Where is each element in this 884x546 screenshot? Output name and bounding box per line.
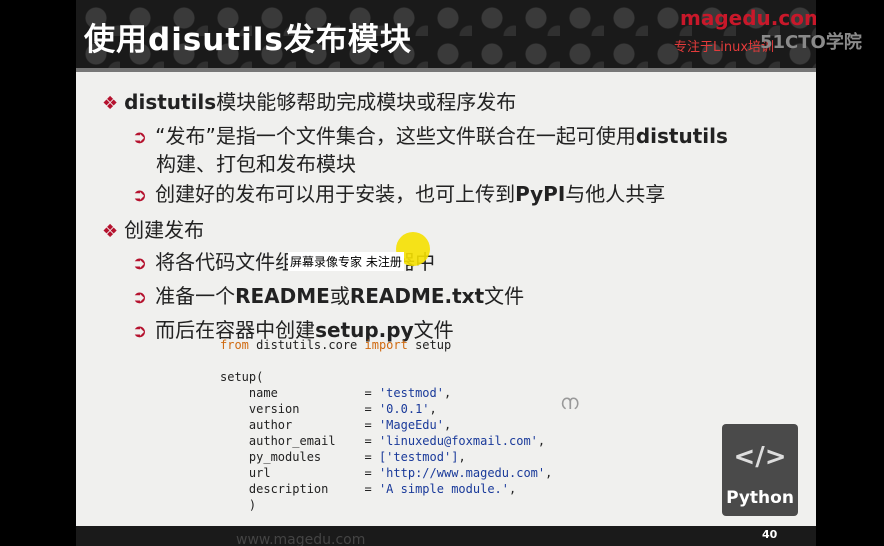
code-arg-value: 'linuxedu@foxmail.com' (378, 434, 538, 448)
python-badge-code: </> (733, 442, 787, 472)
code-arg-key: author_email = (220, 434, 379, 448)
bullet-text: README (235, 284, 330, 308)
code-arg-value: 'testmod' (378, 386, 444, 400)
bullet-level1: ❖ 创建发布 (102, 214, 204, 243)
slide-title: 使用disutils发布模块 (84, 22, 412, 58)
arrow-bullet-icon: ➲ (132, 185, 148, 206)
bullet-text: 创建发布 (124, 218, 205, 242)
code-arg-value: ['testmod'] (378, 450, 459, 464)
code-arg-value: '0.0.1' (378, 402, 430, 416)
bullet-text: 构建、打包和发布模块 (156, 152, 356, 176)
code-arg-line: author_email = 'linuxedu@foxmail.com', (220, 434, 545, 448)
bullet-text: “发布”是指一个文件集合，这些文件联合在一起可使用 (155, 124, 636, 148)
bullet-text: 文件 (484, 284, 525, 308)
code-arg-line: author = 'MageEdu', (220, 418, 451, 432)
footer-bar (76, 526, 816, 546)
code-arg-key: name = (220, 386, 379, 400)
arrow-bullet-icon: ➲ (132, 287, 148, 308)
code-arg-tail: , (443, 418, 452, 432)
magedu-logo: magedu.com (680, 6, 816, 30)
code-setup-close: ) (220, 498, 257, 512)
bullet-text: distutils (124, 90, 217, 114)
code-arg-tail: , (429, 402, 437, 416)
bullet-level2: ➲ 准备一个README或README.txt文件 (132, 280, 524, 309)
python-badge-label: Python (726, 488, 794, 508)
code-arg-value: 'A simple module.' (378, 482, 509, 496)
title-bar: 使用disutils发布模块 magedu.com 专注于Linux培训 (76, 0, 816, 72)
code-arg-tail: , (458, 450, 466, 464)
code-arg-line: py_modules = ['testmod'], (220, 450, 466, 464)
bullet-level2: ➲ 创建好的发布可以用于安装，也可上传到PyPI与他人共享 (132, 178, 665, 207)
code-arg-key: version = (220, 402, 379, 416)
diamond-bullet-icon: ❖ (102, 93, 119, 114)
code-arg-tail: , (443, 386, 452, 400)
page-number: 40 (762, 528, 778, 541)
code-arg-key: description = (220, 482, 379, 496)
code-arg-tail: , (545, 466, 553, 480)
bullet-text: distutils (635, 124, 728, 148)
code-arg-key: author = (220, 418, 379, 432)
bullet-text: 模块能够帮助完成模块或程序发布 (216, 90, 517, 114)
code-keyword-from: from (220, 338, 249, 352)
bullet-text: PyPI (515, 182, 566, 206)
bullet-level2: ➲ “发布”是指一个文件集合，这些文件联合在一起可使用distutils (132, 120, 728, 149)
bullet-text: 准备一个 (155, 284, 236, 308)
code-arg-line: url = 'http://www.magedu.com', (220, 466, 552, 480)
cursor-glyph-icon: ന (560, 390, 579, 414)
footer-url: www.magedu.com (236, 532, 366, 546)
video-frame: 使用disutils发布模块 magedu.com 专注于Linux培训 ❖ di… (0, 0, 884, 546)
bullet-text: 与他人共享 (565, 182, 666, 206)
diamond-bullet-icon: ❖ (102, 221, 119, 242)
bullet-level2: 构建、打包和发布模块 (156, 148, 356, 177)
code-arg-key: url = (220, 466, 379, 480)
presentation-slide: 使用disutils发布模块 magedu.com 专注于Linux培训 ❖ di… (76, 0, 816, 546)
bullet-text: README.txt (349, 284, 485, 308)
bullet-level1: ❖ distutils模块能够帮助完成模块或程序发布 (102, 86, 516, 115)
code-arg-value: 'http://www.magedu.com' (378, 466, 546, 480)
code-arg-line: description = 'A simple module.', (220, 482, 516, 496)
code-arg-tail: , (509, 482, 517, 496)
recorder-watermark: 屏幕录像专家 未注册 (288, 252, 404, 271)
arrow-bullet-icon: ➲ (132, 253, 148, 274)
code-import-name: setup (407, 338, 452, 352)
code-module-path: distutils.core (248, 338, 365, 352)
code-arg-tail: , (537, 434, 546, 448)
bullet-text: 创建好的发布可以用于安装，也可上传到 (155, 182, 516, 206)
code-line-import: from distutils.core import setup (220, 338, 451, 352)
arrow-bullet-icon: ➲ (132, 321, 148, 342)
code-setup-open: setup( (220, 370, 264, 384)
bullet-text: 或 (329, 284, 350, 308)
code-arg-key: py_modules = (220, 450, 379, 464)
code-arg-value: 'MageEdu' (378, 418, 444, 432)
51cto-watermark: 51CTO学院 (760, 32, 862, 53)
code-keyword-import: import (364, 338, 408, 352)
code-arg-line: version = '0.0.1', (220, 402, 437, 416)
arrow-bullet-icon: ➲ (132, 127, 148, 148)
code-arg-line: name = 'testmod', (220, 386, 451, 400)
python-logo-icon: </> Python (722, 424, 798, 516)
